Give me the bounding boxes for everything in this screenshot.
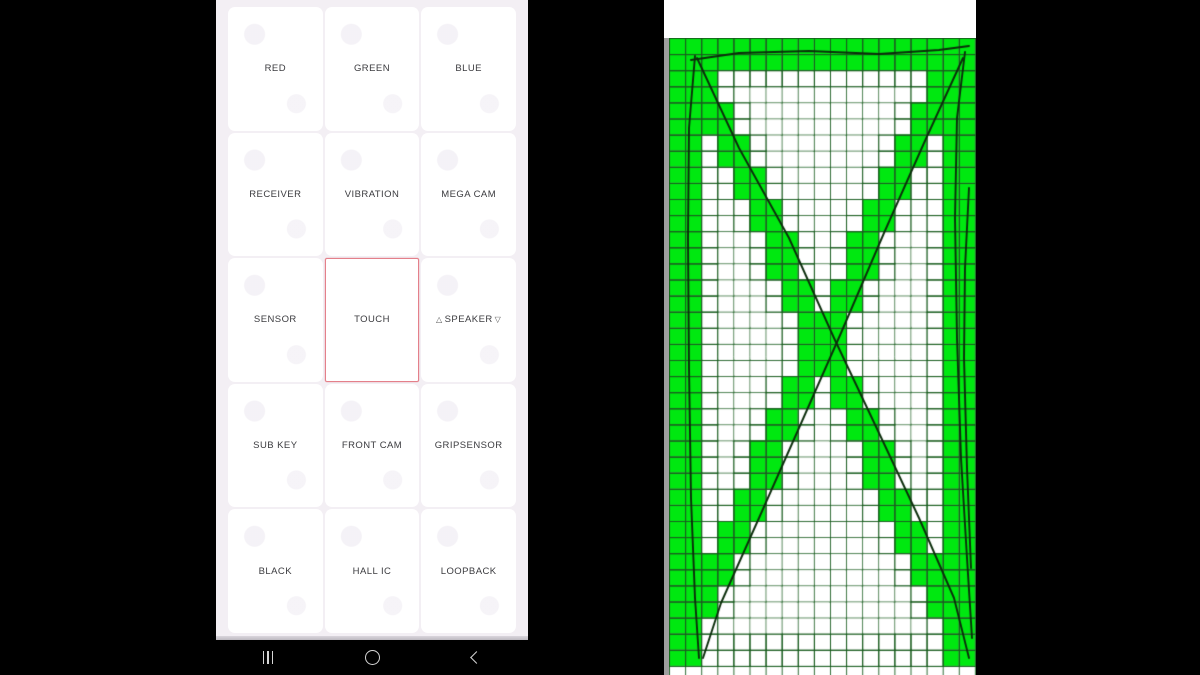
- home-circle-icon: [364, 650, 380, 665]
- touch-grid-canvas[interactable]: [669, 38, 976, 675]
- test-cell-label: SENSOR: [253, 314, 297, 326]
- test-cell-label: BLACK: [258, 565, 293, 577]
- test-cell-black[interactable]: BLACK: [228, 509, 323, 633]
- test-cell-label: BLUE: [455, 63, 482, 75]
- test-cell-blue[interactable]: BLUE: [421, 7, 516, 131]
- test-cell-hall-ic[interactable]: HALL IC: [324, 509, 420, 633]
- test-cell-label: VIBRATION: [344, 188, 400, 200]
- test-cell-gripsensor[interactable]: GRIPSENSOR: [421, 383, 516, 508]
- test-cell-label: GREEN: [353, 63, 391, 75]
- nav-back-button[interactable]: [446, 640, 506, 675]
- test-cell-vibration[interactable]: VIBRATION: [324, 132, 420, 257]
- test-cell-front-cam[interactable]: FRONT CAM: [324, 383, 420, 508]
- test-cell-touch[interactable]: TOUCH: [324, 258, 420, 382]
- touch-test-header: [664, 0, 976, 38]
- test-cell-label: HALL IC: [352, 565, 392, 577]
- test-cell-red[interactable]: RED: [228, 7, 323, 131]
- triangle-down-icon[interactable]: ▽: [495, 315, 502, 324]
- factory-test-menu: RED GREEN BLUE RECEIVER VIBRATION MEGA C…: [216, 0, 528, 640]
- test-cell-label: LOOPBACK: [440, 565, 497, 577]
- chevron-left-icon: [469, 651, 483, 664]
- test-cell-label: SUB KEY: [253, 440, 298, 452]
- test-cell-label: GRIPSENSOR: [434, 440, 503, 452]
- test-cell-label: FRONT CAM: [341, 440, 403, 452]
- test-cell-mega-cam[interactable]: MEGA CAM: [421, 132, 516, 257]
- test-cell-sub-key[interactable]: SUB KEY: [228, 383, 323, 508]
- test-cell-loopback[interactable]: LOOPBACK: [421, 509, 516, 633]
- test-cell-receiver[interactable]: RECEIVER: [228, 132, 323, 257]
- test-cell-label: TOUCH: [354, 314, 390, 326]
- test-cell-label: RECEIVER: [249, 188, 302, 200]
- test-cell-speaker[interactable]: △ SPEAKER ▽: [421, 258, 516, 382]
- test-cell-sensor[interactable]: SENSOR: [228, 258, 323, 382]
- touch-test-panel[interactable]: [664, 0, 976, 675]
- nav-recents-button[interactable]: [238, 640, 298, 675]
- test-cell-label: SPEAKER: [444, 314, 493, 326]
- test-cell-label: RED: [264, 63, 287, 75]
- test-cell-green[interactable]: GREEN: [324, 7, 420, 131]
- screenshot-stage: RED GREEN BLUE RECEIVER VIBRATION MEGA C…: [0, 0, 1200, 675]
- test-cell-label: MEGA CAM: [441, 188, 497, 200]
- nav-home-button[interactable]: [342, 640, 402, 675]
- test-item-grid: RED GREEN BLUE RECEIVER VIBRATION MEGA C…: [228, 7, 516, 633]
- recents-icon: [262, 651, 274, 664]
- android-navigation-bar: [216, 640, 528, 675]
- phone-screen: RED GREEN BLUE RECEIVER VIBRATION MEGA C…: [216, 0, 528, 675]
- triangle-up-icon[interactable]: △: [436, 315, 443, 324]
- touch-grid-canvas-wrap[interactable]: [669, 38, 976, 675]
